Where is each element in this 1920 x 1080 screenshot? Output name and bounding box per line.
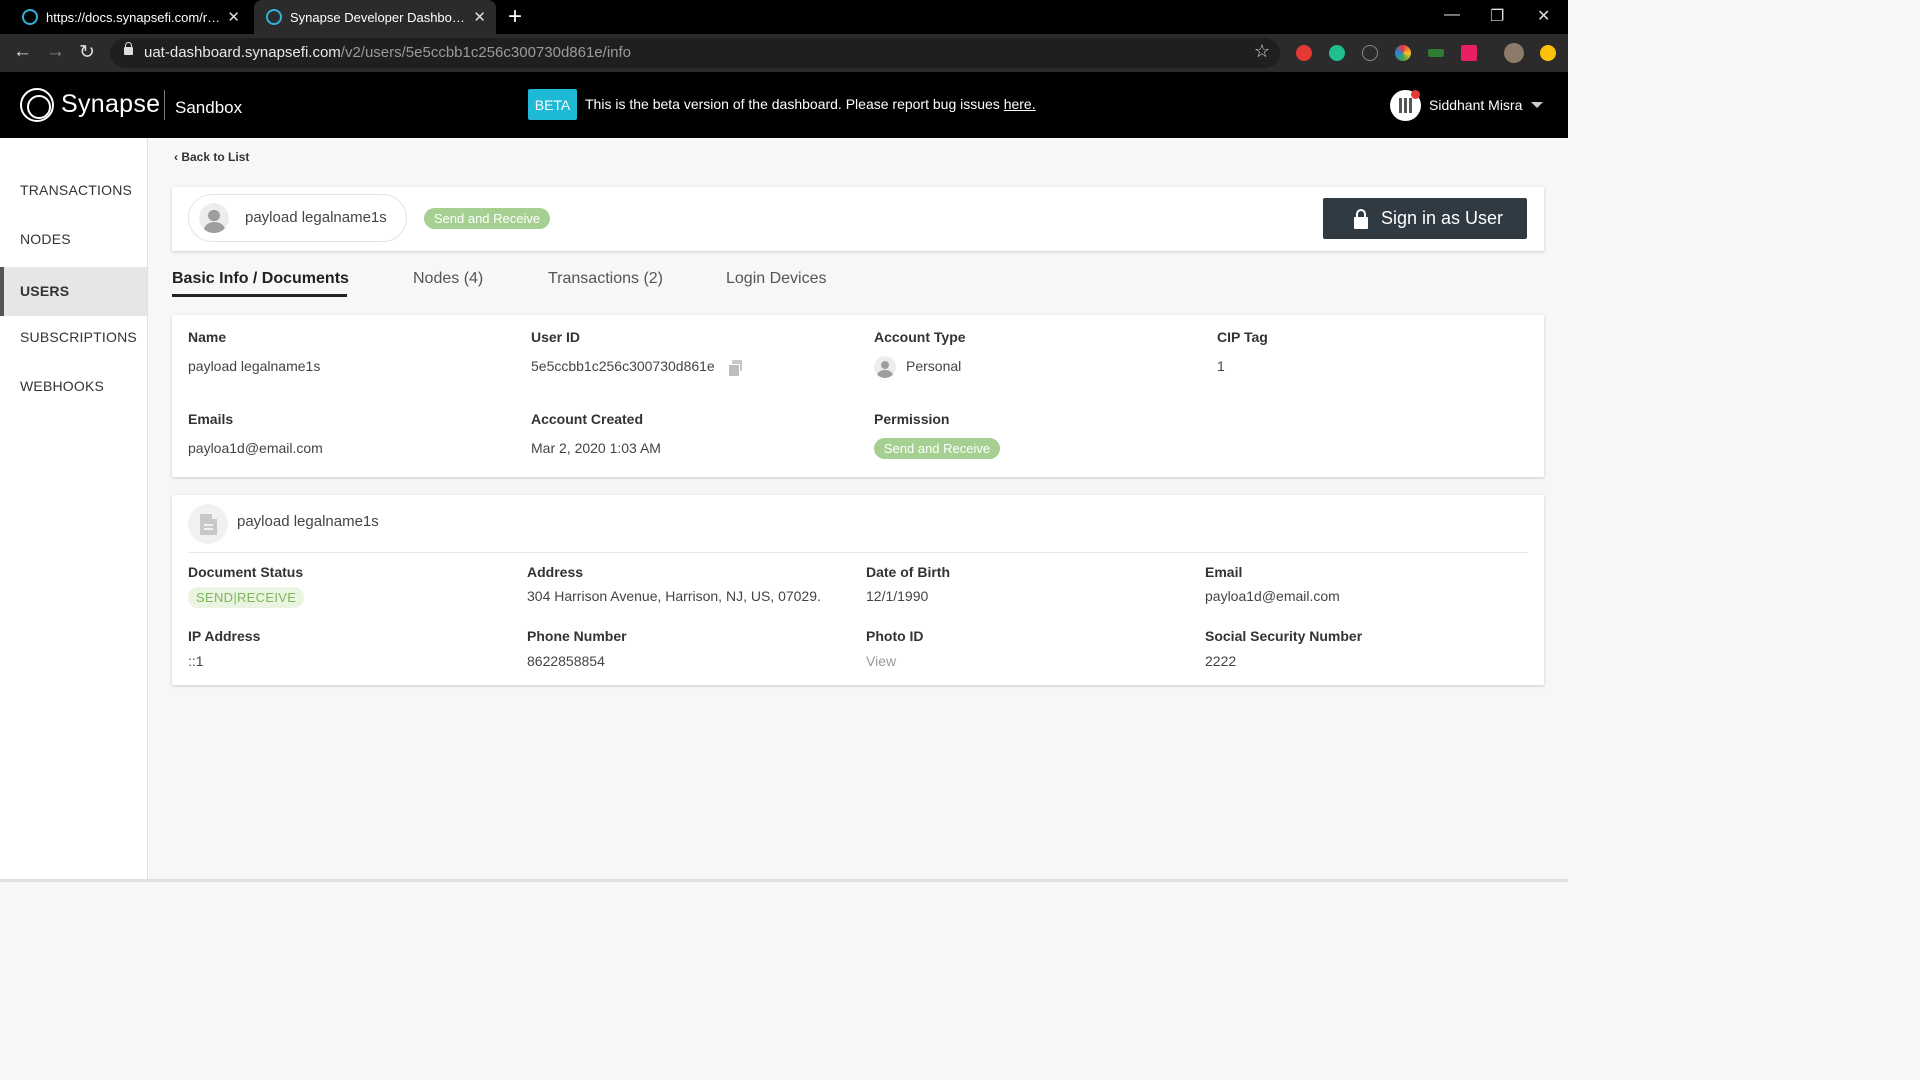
phone-number-label: Phone Number — [527, 628, 627, 644]
url-bar[interactable]: uat-dashboard.synapsefi.com/v2/users/5e5… — [110, 38, 1280, 68]
active-tab-indicator — [172, 294, 347, 297]
document-status-label: Document Status — [188, 564, 304, 580]
document-icon — [200, 514, 217, 535]
notification-dot — [1411, 90, 1420, 99]
divider — [188, 552, 1528, 553]
document-card: payload legalname1s Document Status SEND… — [172, 495, 1544, 685]
back-arrow-icon[interactable]: ← — [13, 41, 32, 63]
chevron-down-icon[interactable] — [1531, 102, 1543, 108]
ssn-value: 2222 — [1205, 653, 1237, 669]
tab-close-icon[interactable]: ✕ — [227, 8, 240, 26]
color-picker-icon[interactable] — [1395, 45, 1411, 61]
date-of-birth-value: 12/1/1990 — [866, 588, 929, 604]
sidebar-item-transactions[interactable]: TRANSACTIONS — [0, 166, 147, 215]
cip-tag-label: CIP Tag — [1217, 329, 1268, 345]
user-chip: payload legalname1s — [188, 194, 407, 242]
account-created-label: Account Created — [531, 411, 644, 427]
ip-address-label: IP Address — [188, 628, 261, 644]
brand-name: Synapse — [61, 90, 161, 118]
person-icon — [874, 356, 896, 378]
extension-icon[interactable] — [1540, 45, 1556, 61]
permission-badge: Send and Receive — [874, 438, 1000, 459]
user-avatar-icon — [199, 203, 229, 233]
lock-icon — [124, 42, 133, 55]
copy-icon[interactable] — [728, 360, 743, 377]
extension-icon[interactable] — [1296, 45, 1312, 61]
synapse-logo-icon — [20, 88, 54, 122]
url-text[interactable]: uat-dashboard.synapsefi.com/v2/users/5e5… — [144, 44, 631, 61]
tab-close-icon[interactable]: ✕ — [473, 8, 486, 26]
document-status-badge: SEND|RECEIVE — [188, 587, 305, 608]
document-owner-name: payload legalname1s — [237, 513, 379, 530]
browser-tab-title: Synapse Developer Dashboard — [290, 9, 470, 25]
browser-tab-dashboard[interactable]: Synapse Developer Dashboard ✕ — [254, 0, 496, 34]
back-to-list-link[interactable]: ‹ Back to List — [174, 150, 249, 164]
tab-basic-info[interactable]: Basic Info / Documents — [172, 270, 349, 288]
name-value: payload legalname1s — [188, 358, 321, 374]
browser-tab-title: https://docs.synapsefi.com/reference — [46, 9, 222, 25]
forward-arrow-icon[interactable]: → — [46, 41, 65, 63]
user-summary-card: payload legalname1s Send and Receive Sig… — [172, 187, 1544, 251]
photo-id-label: Photo ID — [866, 628, 924, 644]
synapse-favicon-icon — [266, 9, 282, 25]
permission-badge: Send and Receive — [424, 208, 550, 229]
document-icon-wrap — [188, 504, 228, 544]
tab-login-devices[interactable]: Login Devices — [726, 270, 827, 288]
restore-icon[interactable]: ❐ — [1490, 6, 1504, 26]
beta-badge: BETA — [528, 89, 577, 120]
window-bottom-edge — [0, 879, 1568, 882]
user-display-name: payload legalname1s — [245, 209, 387, 226]
emails-value: payloa1d@email.com — [188, 440, 323, 456]
user-menu-name[interactable]: Siddhant Misra — [1429, 97, 1522, 113]
ip-address-value: ::1 — [188, 653, 204, 669]
brand-divider — [164, 90, 165, 120]
browser-tab-strip: https://docs.synapsefi.com/reference ✕ S… — [0, 0, 1568, 34]
synapse-favicon-icon — [22, 9, 38, 25]
account-type-label: Account Type — [874, 329, 966, 345]
sign-in-as-user-button[interactable]: Sign in as User — [1323, 198, 1527, 239]
profile-avatar-icon[interactable] — [1504, 43, 1524, 63]
beta-notice: This is the beta version of the dashboar… — [585, 96, 1036, 112]
tab-nodes[interactable]: Nodes (4) — [413, 270, 483, 288]
user-id-value: 5e5ccbb1c256c300730d861e — [531, 358, 715, 374]
user-detail-tabs: Basic Info / Documents Nodes (4) Transac… — [172, 268, 1172, 300]
sidebar-item-users[interactable]: USERS — [0, 267, 147, 316]
app-header: Synapse Sandbox BETA This is the beta ve… — [0, 72, 1568, 138]
address-label: Address — [527, 564, 584, 580]
report-bug-link[interactable]: here. — [1004, 96, 1036, 112]
extension-icon[interactable] — [1461, 45, 1477, 61]
email-label: Email — [1205, 564, 1243, 580]
environment-label: Sandbox — [175, 98, 243, 117]
account-created-value: Mar 2, 2020 1:03 AM — [531, 440, 661, 456]
sidebar-item-webhooks[interactable]: WEBHOOKS — [0, 362, 147, 411]
basic-info-card: Name payload legalname1s User ID 5e5ccbb… — [172, 315, 1544, 477]
bookmark-star-icon[interactable]: ☆ — [1254, 41, 1270, 62]
tab-transactions[interactable]: Transactions (2) — [548, 270, 663, 288]
browser-toolbar: ← → ↻ uat-dashboard.synapsefi.com/v2/use… — [0, 34, 1568, 72]
user-id-label: User ID — [531, 329, 581, 345]
sidebar: TRANSACTIONS NODES USERS SUBSCRIPTIONS W… — [0, 138, 148, 882]
name-label: Name — [188, 329, 227, 345]
sidebar-item-subscriptions[interactable]: SUBSCRIPTIONS — [0, 313, 147, 362]
sidebar-item-nodes[interactable]: NODES — [0, 215, 147, 264]
emails-label: Emails — [188, 411, 234, 427]
minimize-icon[interactable]: — — [1444, 6, 1460, 24]
account-type-value: Personal — [906, 358, 962, 374]
ssn-label: Social Security Number — [1205, 628, 1363, 644]
window-close-icon[interactable]: ✕ — [1537, 6, 1550, 26]
phone-number-value: 8622858854 — [527, 653, 605, 669]
permission-label: Permission — [874, 411, 950, 427]
photo-id-view-link[interactable]: View — [866, 653, 896, 669]
email-value: payloa1d@email.com — [1205, 588, 1340, 604]
lock-icon — [1354, 209, 1368, 229]
grammarly-icon[interactable] — [1329, 45, 1345, 61]
extension-icon[interactable] — [1428, 49, 1444, 57]
date-of-birth-label: Date of Birth — [866, 564, 950, 580]
browser-tab-docs[interactable]: https://docs.synapsefi.com/reference ✕ — [12, 0, 250, 34]
formula-icon[interactable] — [1362, 45, 1378, 61]
address-value: 304 Harrison Avenue, Harrison, NJ, US, 0… — [527, 588, 821, 604]
reload-icon[interactable]: ↻ — [79, 41, 95, 64]
cip-tag-value: 1 — [1217, 358, 1225, 374]
new-tab-icon[interactable]: + — [508, 3, 522, 31]
